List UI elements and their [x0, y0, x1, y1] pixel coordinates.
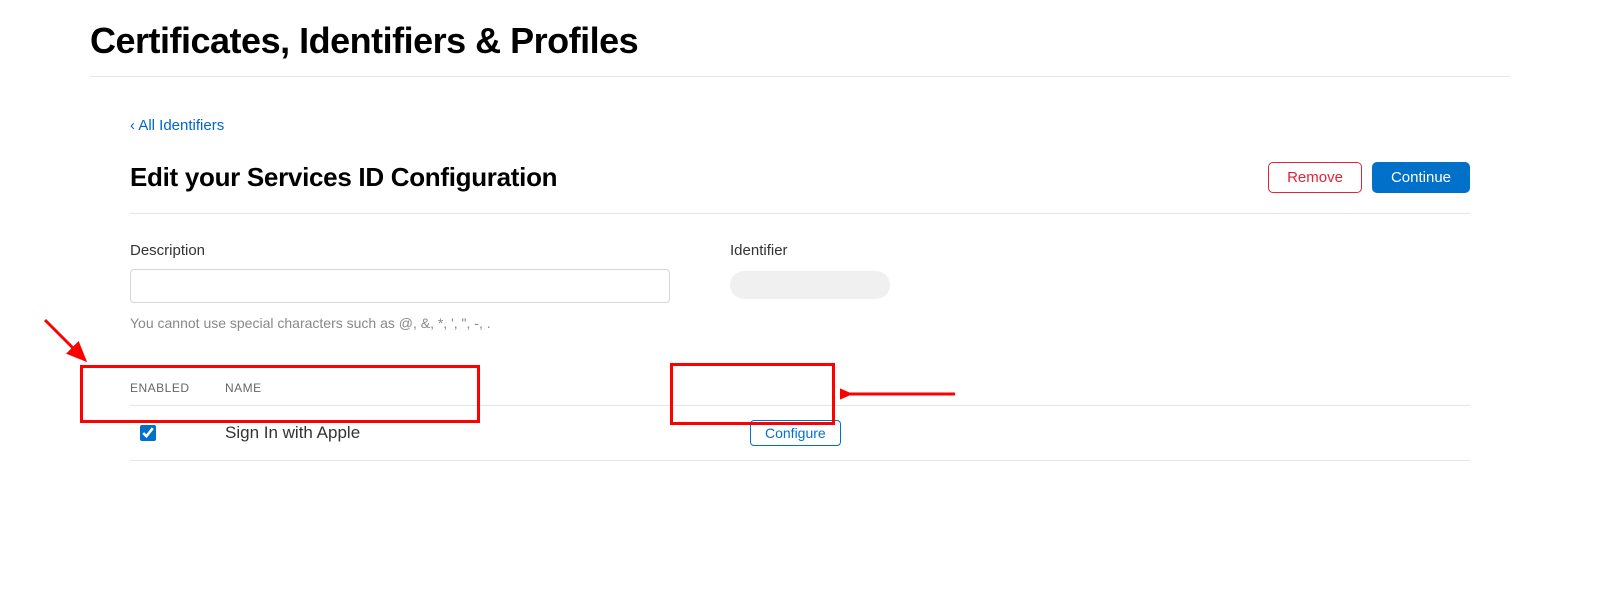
continue-button[interactable]: Continue — [1372, 162, 1470, 193]
identifier-value-redacted — [730, 271, 890, 299]
section-title: Edit your Services ID Configuration — [130, 162, 557, 193]
description-group: Description You cannot use special chara… — [130, 242, 670, 331]
header-enabled: ENABLED — [130, 381, 225, 395]
annotation-arrow-left — [40, 315, 100, 375]
identifier-group: Identifier — [730, 242, 1470, 331]
table-row: Sign In with Apple Configure — [130, 405, 1470, 461]
action-buttons: Remove Continue — [1268, 162, 1470, 193]
description-helper: You cannot use special characters such a… — [130, 315, 670, 331]
remove-button[interactable]: Remove — [1268, 162, 1362, 193]
configure-button[interactable]: Configure — [750, 420, 841, 446]
capability-name: Sign In with Apple — [225, 423, 730, 443]
capabilities-table-header: ENABLED NAME — [130, 381, 1470, 405]
description-input[interactable] — [130, 269, 670, 303]
back-all-identifiers-link[interactable]: ‹ All Identifiers — [130, 117, 224, 134]
enabled-checkbox[interactable] — [140, 425, 156, 441]
enabled-cell — [130, 425, 225, 441]
page-title: Certificates, Identifiers & Profiles — [90, 20, 1510, 77]
description-label: Description — [130, 242, 670, 259]
identifier-label: Identifier — [730, 242, 1470, 259]
section-header: Edit your Services ID Configuration Remo… — [130, 162, 1470, 214]
configure-cell: Configure — [730, 420, 841, 446]
form-row: Description You cannot use special chara… — [130, 242, 1470, 331]
header-name: NAME — [225, 381, 1470, 395]
